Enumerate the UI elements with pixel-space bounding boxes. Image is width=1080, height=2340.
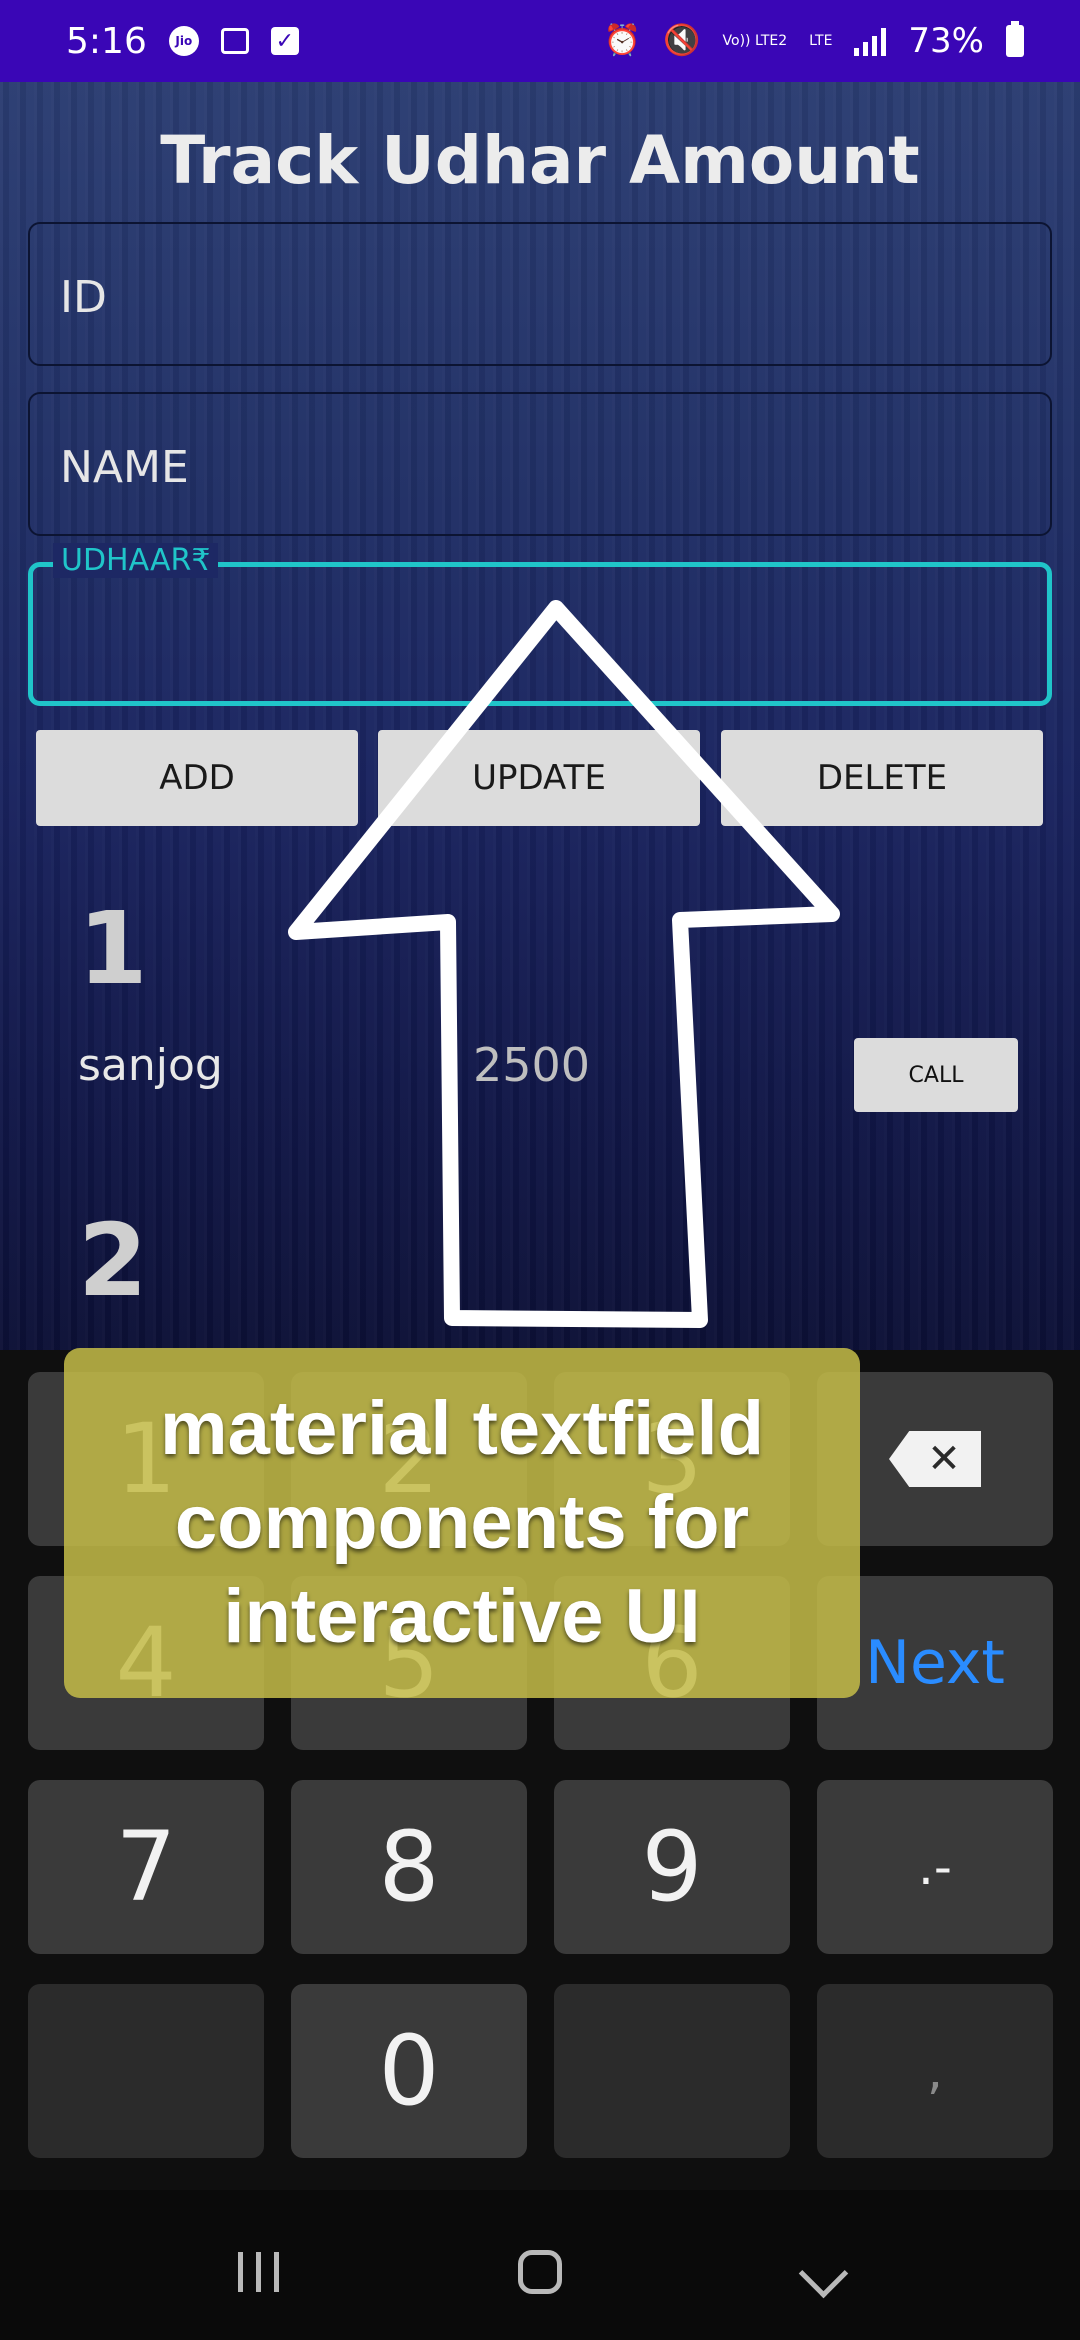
key-dot-dash[interactable]: .- — [817, 1780, 1053, 1954]
key-9[interactable]: 9 — [554, 1780, 790, 1954]
key-comma[interactable]: , — [817, 1984, 1053, 2158]
backspace-icon: ✕ — [889, 1431, 981, 1487]
key-empty-left — [28, 1984, 264, 2158]
back-chevron-icon[interactable] — [798, 2248, 849, 2299]
recent-apps-icon[interactable] — [238, 2252, 279, 2292]
home-icon[interactable] — [518, 2250, 562, 2294]
key-0[interactable]: 0 — [291, 1984, 527, 2158]
key-empty-right — [554, 1984, 790, 2158]
caption-overlay: material textfield components for intera… — [64, 1348, 860, 1698]
key-8[interactable]: 8 — [291, 1780, 527, 1954]
navigation-bar — [0, 2190, 1080, 2340]
key-7[interactable]: 7 — [28, 1780, 264, 1954]
